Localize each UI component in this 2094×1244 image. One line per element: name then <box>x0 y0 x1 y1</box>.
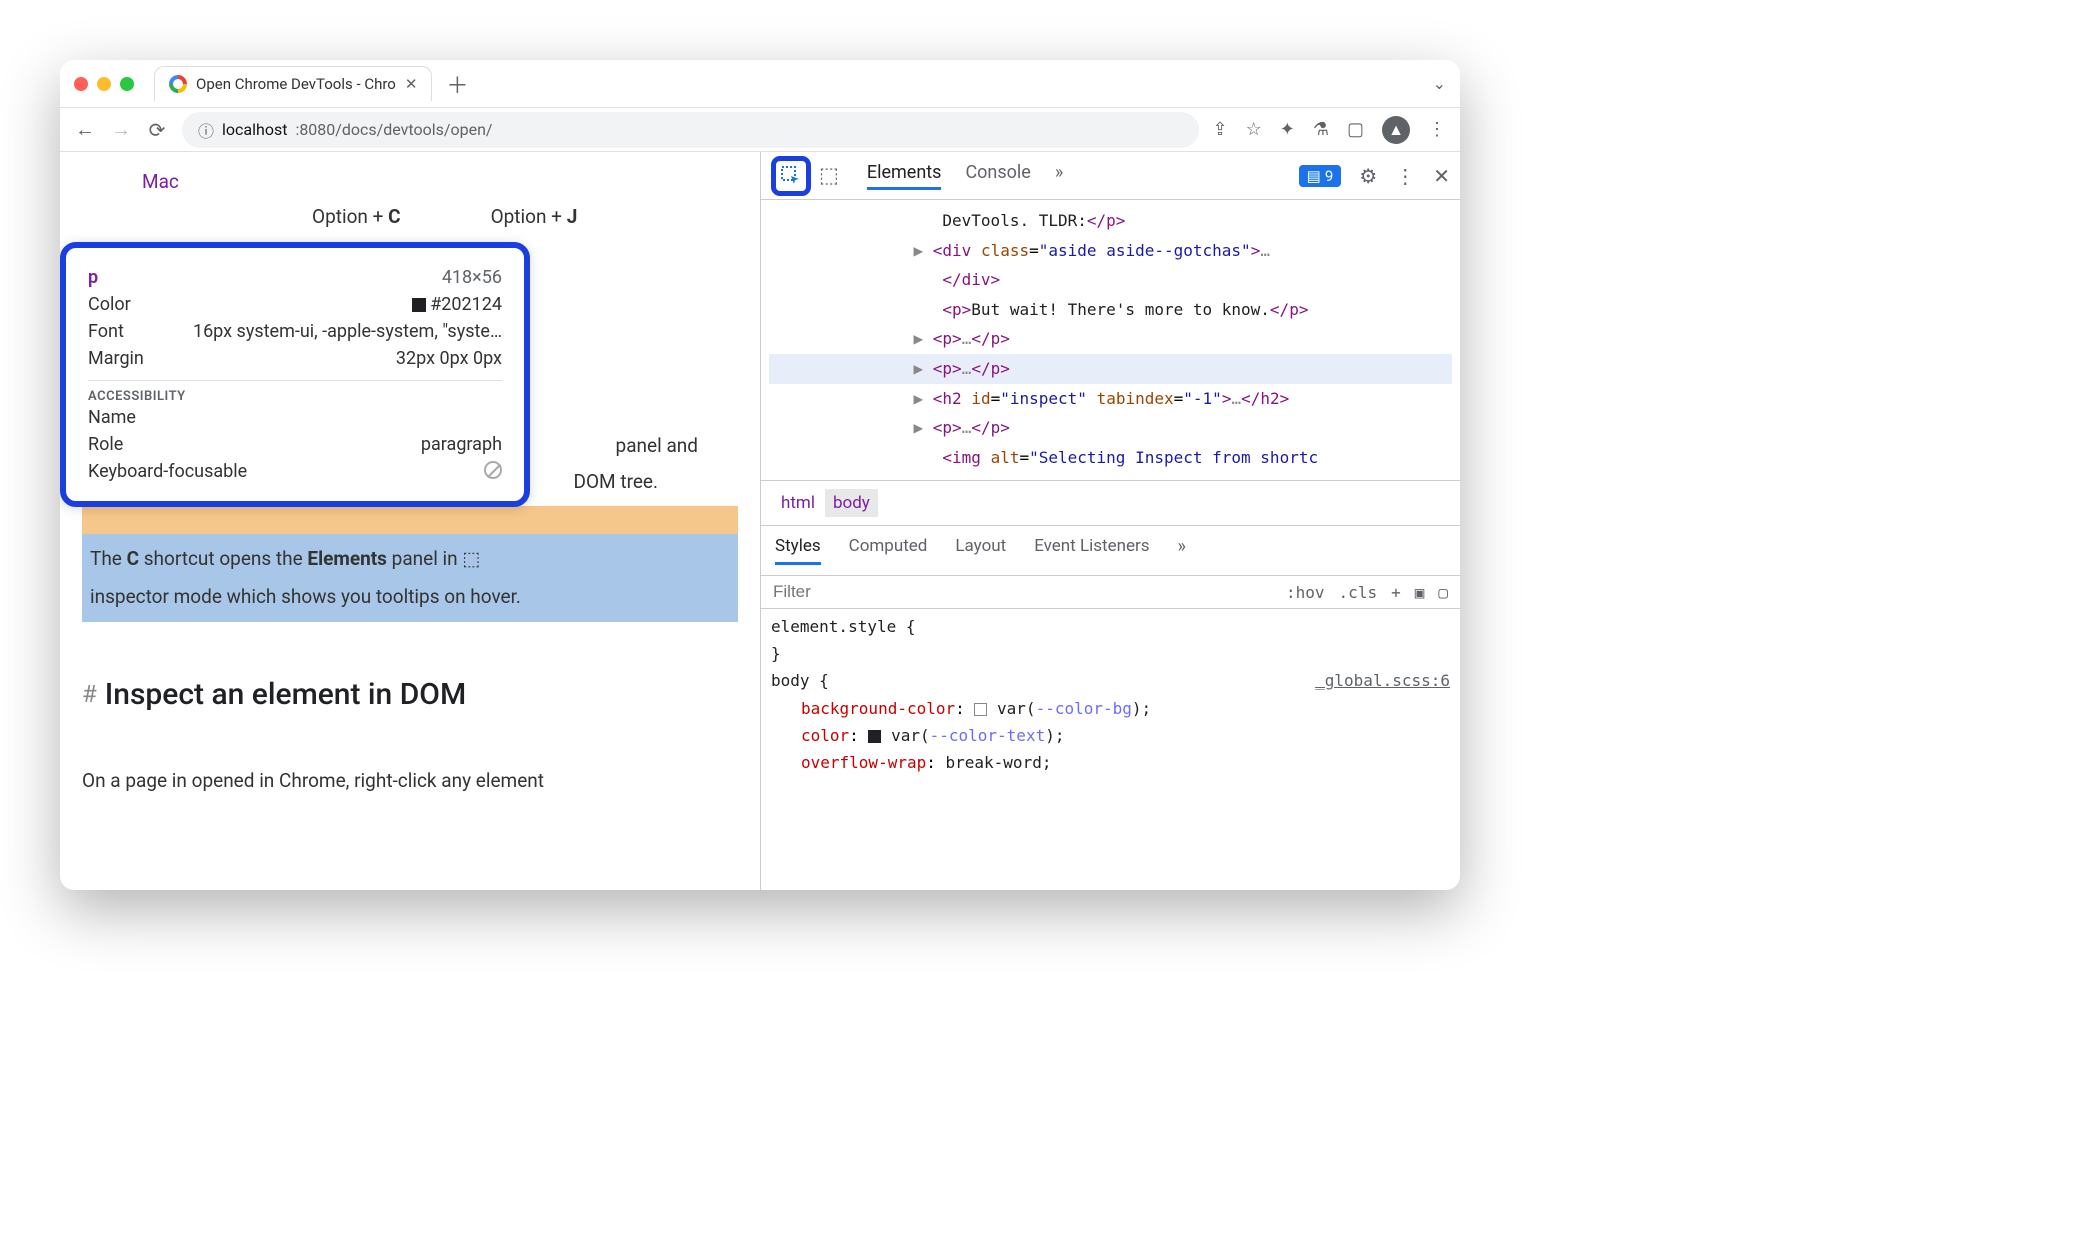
window-controls <box>74 77 134 91</box>
tab-elements[interactable]: Elements <box>867 162 942 190</box>
tab-title: Open Chrome DevTools - Chro <box>196 75 396 93</box>
minimize-window-button[interactable] <box>97 77 111 91</box>
color-swatch <box>412 298 426 312</box>
styles-tabs: Styles Computed Layout Event Listeners » <box>761 526 1460 576</box>
tab-computed[interactable]: Computed <box>849 536 928 565</box>
crumb-html[interactable]: html <box>773 489 823 517</box>
inspect-tooltip: p418×56 Color#202124 Font16px system-ui,… <box>60 242 530 507</box>
profile-avatar[interactable]: ▲ <box>1382 116 1410 144</box>
cls-toggle[interactable]: .cls <box>1339 583 1378 602</box>
dom-tree[interactable]: DevTools. TLDR:</p> ▶ <div class="aside … <box>761 200 1460 480</box>
inspected-paragraph[interactable]: The C shortcut opens the Elements panel … <box>82 534 738 622</box>
breadcrumb: html body <box>761 480 1460 526</box>
tab-console[interactable]: Console <box>965 162 1030 190</box>
new-tab-button[interactable]: ＋ <box>446 68 468 100</box>
accessibility-section: ACCESSIBILITY <box>88 380 502 404</box>
more-tabs-icon[interactable]: » <box>1178 536 1186 565</box>
crumb-body[interactable]: body <box>825 489 878 517</box>
expand-icon[interactable]: ▶ <box>914 329 924 348</box>
new-rule-icon[interactable]: + <box>1391 583 1401 602</box>
styles-body[interactable]: element.style { } body {_global.scss:6 b… <box>761 609 1460 780</box>
more-tabs-icon[interactable]: » <box>1055 162 1063 190</box>
issues-badge[interactable]: ▤9 <box>1299 165 1342 187</box>
device-toggle-icon[interactable]: ⬚ <box>819 163 839 188</box>
expand-icon[interactable]: ▶ <box>914 359 924 378</box>
os-label: Mac <box>142 170 738 193</box>
share-icon[interactable]: ⇪ <box>1213 119 1228 140</box>
inspect-inline-icon: ⬚ <box>462 547 480 570</box>
chrome-favicon <box>169 75 187 93</box>
devtools-toolbar: ⬚ Elements Console » ▤9 ⚙ ⋮ ✕ <box>761 152 1460 200</box>
labs-icon[interactable]: ⚗ <box>1313 119 1329 140</box>
paint-icon[interactable]: ▣ <box>1415 583 1425 602</box>
styles-filter-input[interactable] <box>773 582 1272 602</box>
not-allowed-icon <box>484 461 502 479</box>
page-heading: Inspect an element in DOM <box>105 666 466 723</box>
inspect-element-button[interactable] <box>771 156 811 196</box>
site-info-icon[interactable]: ⓘ <box>198 118 214 142</box>
expand-icon[interactable]: ▶ <box>914 418 924 437</box>
forward-button[interactable]: → <box>110 117 132 142</box>
expand-icon[interactable]: ▶ <box>914 241 924 260</box>
browser-window: Open Chrome DevTools - Chro ✕ ＋ ⌄ ← → ⟳ … <box>60 60 1460 890</box>
address-bar: ← → ⟳ ⓘ localhost :8080/docs/devtools/ope… <box>60 108 1460 152</box>
selected-dom-node[interactable]: ▶ <p>…</p> <box>769 354 1452 384</box>
chat-icon: ▤ <box>1307 167 1321 185</box>
back-button[interactable]: ← <box>74 117 96 142</box>
tab-event-listeners[interactable]: Event Listeners <box>1034 536 1149 565</box>
tab-layout[interactable]: Layout <box>955 536 1006 565</box>
close-tab-icon[interactable]: ✕ <box>405 75 418 93</box>
margin-highlight <box>82 506 738 534</box>
browser-tab[interactable]: Open Chrome DevTools - Chro ✕ <box>154 66 432 101</box>
reload-button[interactable]: ⟳ <box>146 118 168 142</box>
tabs-dropdown-icon[interactable]: ⌄ <box>1433 74 1446 93</box>
hov-toggle[interactable]: :hov <box>1286 583 1325 602</box>
anchor-hash[interactable]: # <box>82 672 97 718</box>
close-devtools-icon[interactable]: ✕ <box>1433 164 1450 188</box>
expand-icon[interactable]: ▶ <box>914 389 924 408</box>
toggle-pane-icon[interactable]: ▢ <box>1438 583 1448 602</box>
menu-icon[interactable]: ⋮ <box>1428 119 1446 140</box>
settings-icon[interactable]: ⚙ <box>1359 164 1377 188</box>
tooltip-tag: p <box>88 267 98 288</box>
url-host: localhost <box>222 120 287 139</box>
color-swatch[interactable] <box>868 730 881 743</box>
kebab-menu-icon[interactable]: ⋮ <box>1395 164 1415 188</box>
shortcut-row: Option + C Option + J <box>312 205 738 228</box>
tab-styles[interactable]: Styles <box>775 536 821 565</box>
paragraph: On a page in opened in Chrome, right-cli… <box>82 763 738 799</box>
styles-toolbar: :hov .cls + ▣ ▢ <box>761 576 1460 609</box>
source-link[interactable]: _global.scss:6 <box>1315 667 1450 694</box>
devtools-tabs: Elements Console » <box>867 162 1063 190</box>
close-window-button[interactable] <box>74 77 88 91</box>
titlebar: Open Chrome DevTools - Chro ✕ ＋ ⌄ <box>60 60 1460 108</box>
sidepanel-icon[interactable]: ▢ <box>1347 119 1364 140</box>
extensions-icon[interactable]: ✦ <box>1280 119 1295 140</box>
color-swatch[interactable] <box>974 703 987 716</box>
toolbar-icons: ⇪ ☆ ✦ ⚗ ▢ ▲ ⋮ <box>1213 116 1446 144</box>
content: Mac Option + C Option + J p418×56 Color#… <box>60 152 1460 890</box>
url-field[interactable]: ⓘ localhost :8080/docs/devtools/open/ <box>182 112 1199 148</box>
devtools-panel: ⬚ Elements Console » ▤9 ⚙ ⋮ ✕ DevTools. … <box>760 152 1460 890</box>
bookmark-icon[interactable]: ☆ <box>1246 119 1262 140</box>
maximize-window-button[interactable] <box>120 77 134 91</box>
page-viewport: Mac Option + C Option + J p418×56 Color#… <box>60 152 760 890</box>
tooltip-dimensions: 418×56 <box>442 267 502 288</box>
url-path: :8080/docs/devtools/open/ <box>295 120 492 139</box>
